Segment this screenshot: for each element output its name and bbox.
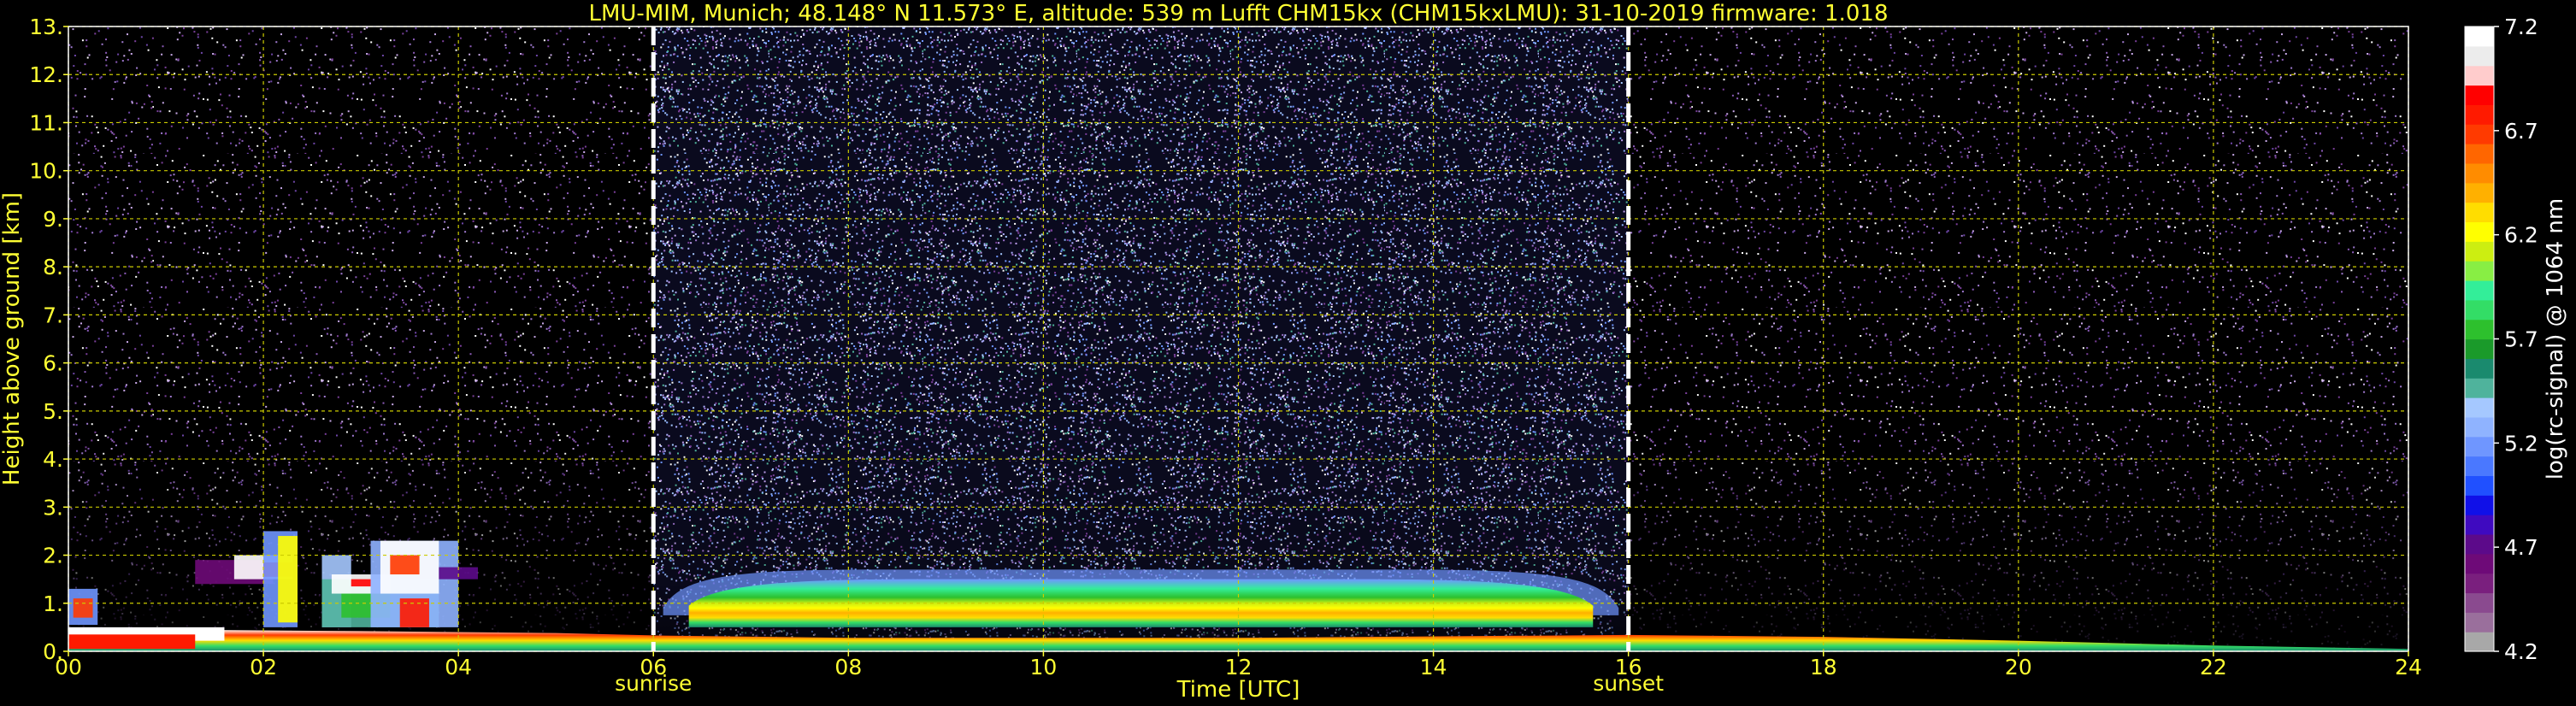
colorbar-label: log(rc-signal) @ 1064 nm xyxy=(2543,198,2568,479)
x-tick-label: 12 xyxy=(1225,655,1253,680)
y-tick-label: 13. xyxy=(29,15,63,39)
colorbar-segment xyxy=(2465,202,2494,223)
y-tick-label: 4. xyxy=(43,447,63,472)
x-tick-label: 04 xyxy=(445,655,472,680)
colorbar-tick-label: 5.2 xyxy=(2504,431,2538,456)
colorbar-segment xyxy=(2465,279,2494,301)
x-axis-label: Time [UTC] xyxy=(1176,677,1300,703)
y-tick-label: 9. xyxy=(43,207,63,232)
x-tick-label: 14 xyxy=(1420,655,1447,680)
colorbar-segment xyxy=(2465,45,2494,67)
colorbar-segment xyxy=(2465,241,2494,262)
y-tick-label: 7. xyxy=(43,303,63,327)
colorbar-tick-label: 6.7 xyxy=(2504,119,2538,144)
low-cloud-patch xyxy=(278,536,298,623)
colorbar-tick-label: 5.7 xyxy=(2504,327,2538,352)
colorbar-segment xyxy=(2465,495,2494,515)
colorbar-tick-label: 4.2 xyxy=(2504,639,2538,664)
colorbar-segment xyxy=(2465,573,2494,594)
colorbar-segment xyxy=(2465,378,2494,398)
colorbar-segment xyxy=(2465,85,2494,105)
colorbar-segment xyxy=(2465,65,2494,86)
colorbar-tick-label: 4.7 xyxy=(2504,535,2538,560)
colorbar-segment xyxy=(2465,456,2494,477)
ceilometer-chart: sunrise sunset 00 02 04 06 08 10 12 14 16 18 20 22 24 0… xyxy=(0,0,2576,706)
colorbar-segment xyxy=(2465,338,2494,359)
x-tick-label: 24 xyxy=(2395,655,2422,680)
low-cloud-patch xyxy=(351,579,371,587)
x-tick-label: 16 xyxy=(1615,655,1642,680)
x-tick-label: 18 xyxy=(1810,655,1837,680)
x-tick-label: 10 xyxy=(1030,655,1058,680)
y-tick-label: 3. xyxy=(43,495,63,520)
colorbar-segment xyxy=(2465,475,2494,496)
colorbar-segment xyxy=(2465,299,2494,321)
x-tick-label: 22 xyxy=(2200,655,2227,680)
y-tick-label: 10. xyxy=(29,159,63,184)
x-tick-label: 06 xyxy=(640,655,667,680)
chart-svg: sunrise sunset00 02 04 06 08 10 12 14 16 18 20 22 240… xyxy=(0,1,2568,703)
x-tick-label: 08 xyxy=(834,655,862,680)
y-tick-label: 2. xyxy=(43,544,63,568)
colorbar-segment xyxy=(2465,221,2494,242)
y-tick-label: 1. xyxy=(43,591,63,616)
colorbar-segment xyxy=(2465,358,2494,379)
y-tick-label: 12. xyxy=(29,62,63,87)
x-tick-label: 20 xyxy=(2005,655,2032,680)
low-cloud-patch xyxy=(73,598,93,618)
chart-title: LMU-MIM, Munich; 48.148° N 11.573° E, al… xyxy=(588,1,1888,26)
colorbar-segment xyxy=(2465,553,2494,574)
y-tick-label: 6. xyxy=(43,351,63,376)
surface-cloud-red xyxy=(68,634,196,650)
y-tick-label: 0. xyxy=(43,639,63,664)
colorbar-tick-label: 6.2 xyxy=(2504,223,2538,248)
y-tick-label: 5. xyxy=(43,399,63,424)
y-tick-label: 8. xyxy=(43,255,63,279)
x-tick-label: 02 xyxy=(250,655,277,680)
colorbar-segment xyxy=(2465,436,2494,457)
colorbar-segment xyxy=(2465,397,2494,418)
colorbar-segment xyxy=(2465,632,2494,652)
colorbar-segment xyxy=(2465,592,2494,613)
colorbar-segment xyxy=(2465,144,2494,164)
colorbar-segment xyxy=(2465,515,2494,535)
colorbar-segment xyxy=(2465,261,2494,281)
colorbar-segment xyxy=(2465,533,2494,555)
colorbar-tick-label: 7.2 xyxy=(2504,15,2538,39)
colorbar-segment xyxy=(2465,26,2494,47)
y-tick-label: 11. xyxy=(29,110,63,135)
colorbar-segment xyxy=(2465,104,2494,125)
colorbar-segment xyxy=(2465,124,2494,144)
y-axis-label: Height above ground [km] xyxy=(0,192,25,485)
low-cloud-patch xyxy=(390,555,420,575)
colorbar-segment xyxy=(2465,162,2494,184)
colorbar-segment xyxy=(2465,319,2494,340)
colorbar-segment xyxy=(2465,612,2494,632)
colorbar-segment xyxy=(2465,416,2494,438)
colorbar-segment xyxy=(2465,182,2494,203)
